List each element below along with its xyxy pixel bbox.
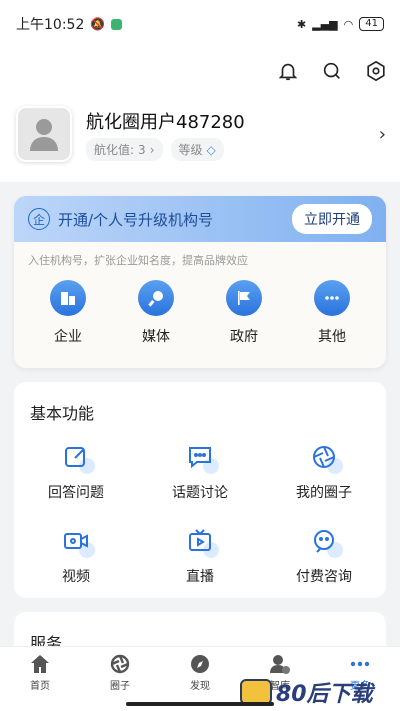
function-live[interactable]: 直播 <box>138 524 262 586</box>
score-value: 3 <box>138 142 146 157</box>
watermark-text: 80后下载 <box>276 682 373 707</box>
tab-label: 发现 <box>190 681 210 692</box>
more-dots-icon <box>314 280 350 316</box>
upgrade-description: 入住机构号，扩张企业知名度，提高品牌效应 <box>28 254 248 267</box>
org-item-government[interactable]: 政府 <box>209 280 279 346</box>
function-label: 直播 <box>186 569 214 585</box>
org-label: 媒体 <box>142 329 170 345</box>
bluetooth-icon: ✱ <box>297 17 307 31</box>
org-label: 其他 <box>318 329 346 345</box>
profile-meta: 航化值: 3 › 等级 ◇ <box>86 138 224 161</box>
org-item-other[interactable]: 其他 <box>297 280 367 346</box>
signal-icon: ▂▄▆ <box>312 17 338 31</box>
function-label: 我的圈子 <box>296 485 352 501</box>
function-my-circles[interactable]: 我的圈子 <box>262 440 386 502</box>
function-topic-discussion[interactable]: 话题讨论 <box>138 440 262 502</box>
status-time: 上午10:52 <box>16 17 85 33</box>
upgrade-card: 企 开通/个人号升级机构号 立即开通 入住机构号，扩张企业知名度，提高品牌效应 … <box>14 196 386 368</box>
compass-icon <box>191 655 209 673</box>
settings-icon[interactable] <box>362 57 390 85</box>
tab-label: 圈子 <box>110 681 130 692</box>
status-bar: 上午10:52 🔕 ✱ ▂▄▆ ◠ 41 <box>0 0 400 48</box>
bell-icon[interactable] <box>274 57 302 85</box>
home-indicator <box>126 702 274 706</box>
upgrade-header: 企 开通/个人号升级机构号 立即开通 <box>14 196 386 242</box>
home-icon <box>31 655 49 673</box>
score-label: 航化值: <box>94 143 135 157</box>
org-label: 政府 <box>230 329 258 345</box>
open-now-button[interactable]: 立即开通 <box>292 204 372 234</box>
function-answer-questions[interactable]: 回答问题 <box>14 440 138 502</box>
chat-bubble-icon <box>183 440 219 474</box>
upgrade-title: 开通/个人号升级机构号 <box>58 210 214 229</box>
search-icon[interactable] <box>318 57 346 85</box>
chevron-right-icon[interactable]: › <box>379 124 386 145</box>
app-notification-icon <box>111 18 123 30</box>
tv-play-icon <box>183 524 219 558</box>
chevron-right-icon: › <box>149 142 155 157</box>
level-chip[interactable]: 等级 ◇ <box>170 138 224 161</box>
score-chip[interactable]: 航化值: 3 › <box>86 138 163 161</box>
function-paid-consult[interactable]: 付费咨询 <box>262 524 386 586</box>
section-title: 基本功能 <box>30 404 95 423</box>
microphone-icon <box>138 280 174 316</box>
tab-label: 首页 <box>30 681 50 692</box>
battery-indicator: 41 <box>359 17 384 31</box>
enterprise-badge-icon: 企 <box>28 208 50 230</box>
building-icon <box>50 280 86 316</box>
avatar[interactable] <box>16 106 72 162</box>
aperture-icon <box>307 440 343 474</box>
function-label: 回答问题 <box>48 485 104 501</box>
function-label: 视频 <box>62 569 90 585</box>
mute-icon: 🔕 <box>90 17 106 31</box>
flag-icon <box>226 280 262 316</box>
expert-user-icon <box>270 655 290 674</box>
function-label: 付费咨询 <box>296 569 352 585</box>
function-grid: 回答问题 话题讨论 我的圈子 视频 直播 付费咨询 <box>14 440 386 586</box>
consult-icon <box>307 524 343 558</box>
org-item-enterprise[interactable]: 企业 <box>33 280 103 346</box>
org-item-media[interactable]: 媒体 <box>121 280 191 346</box>
more-dots-icon <box>350 661 370 667</box>
diamond-icon: ◇ <box>206 142 216 157</box>
org-label: 企业 <box>54 329 82 345</box>
video-camera-icon <box>59 524 95 558</box>
edit-icon <box>59 440 95 474</box>
wifi-icon: ◠ <box>343 17 354 31</box>
username: 航化圈用户487280 <box>86 112 245 133</box>
aperture-icon <box>110 654 130 674</box>
level-label: 等级 <box>178 143 203 157</box>
function-video[interactable]: 视频 <box>14 524 138 586</box>
function-label: 话题讨论 <box>172 485 228 501</box>
top-bar <box>0 48 400 98</box>
profile-section[interactable]: 航化圈用户487280 航化值: 3 › 等级 ◇ › <box>0 98 400 182</box>
tab-home[interactable]: 首页 <box>0 647 80 711</box>
basic-functions-card: 基本功能 回答问题 话题讨论 我的圈子 视频 直播 付费咨询 <box>14 382 386 598</box>
org-type-row: 企业 媒体 政府 其他 <box>14 268 386 346</box>
